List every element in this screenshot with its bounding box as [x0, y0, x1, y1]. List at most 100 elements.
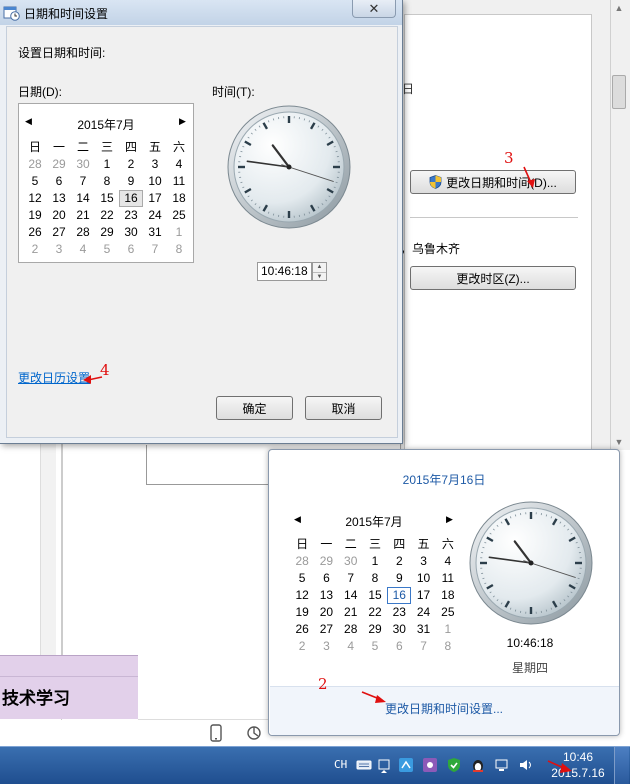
input-method-icon[interactable]	[376, 757, 392, 773]
calendar-day[interactable]: 27	[47, 224, 71, 241]
calendar-day[interactable]: 24	[411, 604, 435, 621]
calendar-day[interactable]: 4	[71, 241, 95, 258]
time-input[interactable]: 10:46:18	[257, 262, 312, 281]
calendar-day[interactable]: 24	[143, 207, 167, 224]
change-timezone-button[interactable]: 更改时区(Z)...	[410, 266, 576, 290]
calendar-day[interactable]: 14	[71, 190, 95, 207]
scroll-up-icon[interactable]: ▲	[613, 2, 625, 14]
calendar-day[interactable]: 29	[363, 621, 387, 638]
next-month-icon[interactable]: ▶	[446, 514, 453, 525]
calendar-day[interactable]: 13	[47, 190, 71, 207]
network-app-icon[interactable]	[398, 757, 414, 773]
calendar-day[interactable]: 31	[411, 621, 435, 638]
calendar-day[interactable]: 6	[47, 173, 71, 190]
calendar-day[interactable]: 11	[167, 173, 191, 190]
calendar-day[interactable]: 1	[167, 224, 191, 241]
calendar-day[interactable]: 2	[290, 638, 314, 655]
calendar-day[interactable]: 31	[143, 224, 167, 241]
calendar-day[interactable]: 21	[71, 207, 95, 224]
calendar-day[interactable]: 20	[47, 207, 71, 224]
calendar-day[interactable]: 28	[71, 224, 95, 241]
calendar-day[interactable]: 6	[387, 638, 411, 655]
calendar-day[interactable]: 7	[71, 173, 95, 190]
calendar-day[interactable]: 4	[436, 553, 460, 570]
calendar-day[interactable]: 17	[411, 587, 435, 604]
calendar-day[interactable]: 27	[314, 621, 338, 638]
popup-date-heading[interactable]: 2015年7月16日	[268, 471, 620, 488]
calendar-day[interactable]: 3	[411, 553, 435, 570]
calendar-day[interactable]: 8	[95, 173, 119, 190]
calendar-day[interactable]: 2	[23, 241, 47, 258]
calendar-day[interactable]: 15	[95, 190, 119, 207]
calendar-day[interactable]: 29	[314, 553, 338, 570]
calendar-day[interactable]: 14	[339, 587, 363, 604]
calendar-day[interactable]: 3	[143, 156, 167, 173]
calendar-month-title[interactable]: 2015年7月	[49, 116, 163, 133]
calendar-day[interactable]: 7	[411, 638, 435, 655]
prev-month-icon[interactable]: ◀	[294, 514, 301, 525]
calendar-day[interactable]: 25	[167, 207, 191, 224]
calendar-day[interactable]: 12	[290, 587, 314, 604]
calendar-day[interactable]: 7	[339, 570, 363, 587]
phone-icon[interactable]	[206, 722, 226, 744]
calendar-day[interactable]: 16	[387, 587, 412, 604]
show-desktop-button[interactable]	[614, 747, 629, 784]
spinner-down-icon[interactable]: ▼	[313, 272, 326, 281]
calendar-day[interactable]: 1	[436, 621, 460, 638]
calendar-day[interactable]: 9	[119, 173, 143, 190]
close-button[interactable]: ✕	[352, 0, 396, 18]
calendar-day[interactable]: 7	[143, 241, 167, 258]
calendar-day[interactable]: 28	[290, 553, 314, 570]
calendar-day[interactable]: 13	[314, 587, 338, 604]
time-spinner[interactable]: ▲ ▼	[312, 262, 327, 281]
calendar-day[interactable]: 4	[339, 638, 363, 655]
change-calendar-settings-link[interactable]: 更改日历设置	[18, 369, 90, 386]
spinner-up-icon[interactable]: ▲	[313, 263, 326, 272]
settings-icon[interactable]	[244, 722, 264, 744]
calendar-day[interactable]: 10	[411, 570, 435, 587]
scroll-down-icon[interactable]: ▼	[613, 436, 625, 448]
calendar-day[interactable]: 23	[119, 207, 143, 224]
language-indicator[interactable]: CH	[334, 758, 347, 771]
qq-penguin-icon[interactable]	[470, 757, 486, 773]
calendar-day[interactable]: 1	[363, 553, 387, 570]
change-date-time-button[interactable]: 更改日期和时间(D)...	[410, 170, 576, 194]
calendar-day[interactable]: 15	[363, 587, 387, 604]
calendar-day[interactable]: 30	[119, 224, 143, 241]
calendar-day[interactable]: 11	[436, 570, 460, 587]
calendar-day[interactable]: 28	[339, 621, 363, 638]
calendar-day[interactable]: 3	[47, 241, 71, 258]
calendar-day[interactable]: 5	[290, 570, 314, 587]
change-date-time-settings-link[interactable]: 更改日期和时间设置...	[268, 700, 620, 717]
calendar-day[interactable]: 8	[436, 638, 460, 655]
date-picker-calendar[interactable]: ◀ 2015年7月 ▶ 日一二三四五六 28 29 30 1 2 3 4 5 6 7 8 9 10 11 12…	[18, 103, 194, 263]
calendar-day[interactable]: 17	[143, 190, 167, 207]
calendar-month-title[interactable]: 2015年7月	[318, 513, 430, 530]
calendar-day[interactable]: 26	[290, 621, 314, 638]
calendar-day[interactable]: 12	[23, 190, 47, 207]
calendar-day[interactable]: 6	[119, 241, 143, 258]
calendar-day[interactable]: 6	[314, 570, 338, 587]
calendar-day[interactable]: 30	[71, 156, 95, 173]
calendar-day[interactable]: 18	[436, 587, 460, 604]
keyboard-icon[interactable]	[356, 757, 372, 773]
calendar-day[interactable]: 25	[436, 604, 460, 621]
calendar-day[interactable]: 4	[167, 156, 191, 173]
volume-icon[interactable]	[518, 757, 534, 773]
calendar-day[interactable]: 18	[167, 190, 191, 207]
calendar-day[interactable]: 5	[95, 241, 119, 258]
calendar-day[interactable]: 19	[290, 604, 314, 621]
calendar-day[interactable]: 10	[143, 173, 167, 190]
tool-app-icon[interactable]	[422, 757, 438, 773]
calendar-day[interactable]: 30	[387, 621, 411, 638]
cancel-button[interactable]: 取消	[305, 396, 382, 420]
calendar-day[interactable]: 2	[119, 156, 143, 173]
calendar-day[interactable]: 29	[95, 224, 119, 241]
calendar-day[interactable]: 22	[95, 207, 119, 224]
network-icon[interactable]	[494, 757, 510, 773]
calendar-day[interactable]: 26	[23, 224, 47, 241]
prev-month-icon[interactable]: ◀	[25, 116, 32, 127]
scrollbar-thumb[interactable]	[612, 75, 626, 109]
calendar-day[interactable]: 3	[314, 638, 338, 655]
calendar-day[interactable]: 9	[387, 570, 411, 587]
